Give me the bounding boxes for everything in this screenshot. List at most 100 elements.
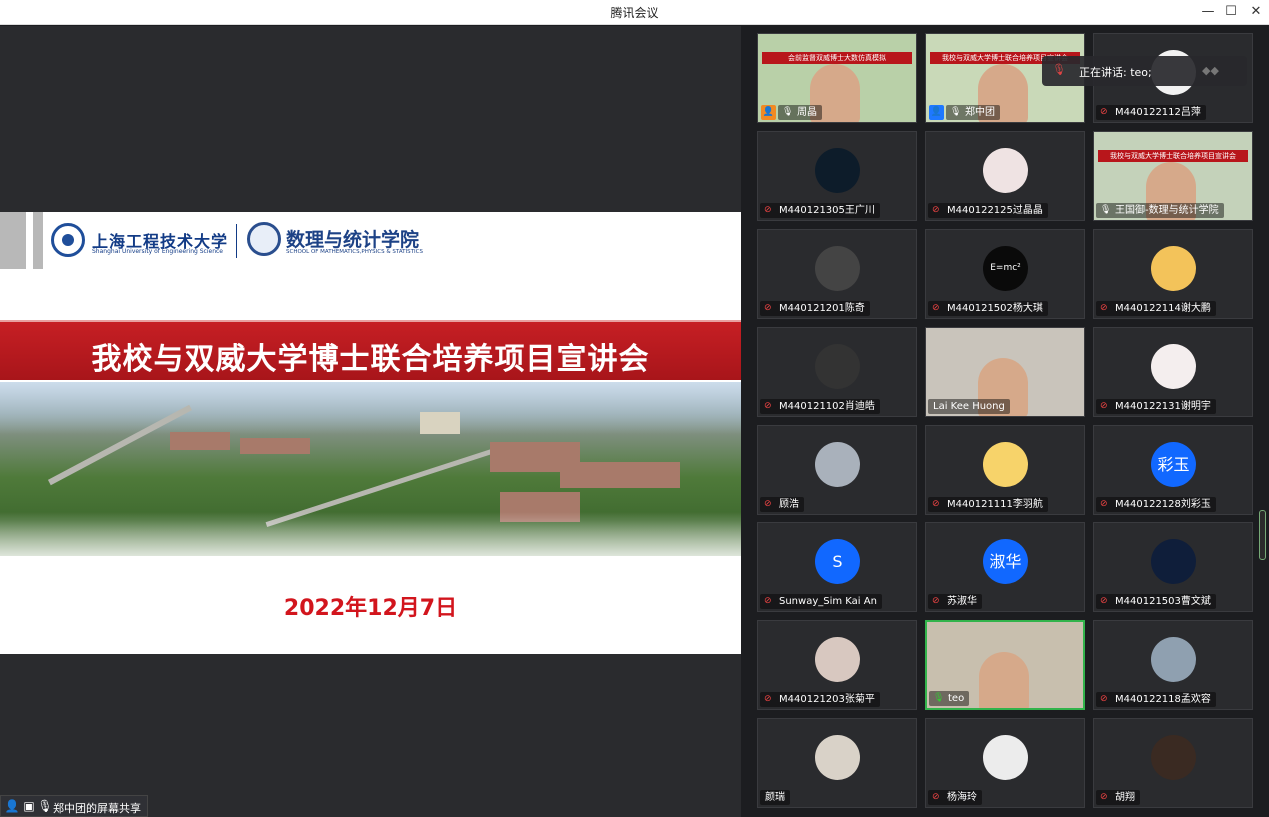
participant-avatar [1151, 637, 1196, 682]
participant-name-label: 👤 🎙 周晶 [761, 105, 822, 120]
participant-avatar [815, 344, 860, 389]
participant-avatar [1151, 246, 1196, 291]
participant-name: 杨海玲 [947, 792, 977, 803]
university-name-en: Shanghai University of Engineering Scien… [92, 248, 223, 255]
participant-name-label: ⊘ M440121502杨大琪 [928, 301, 1048, 316]
slide-date: 2022年12月7日 [283, 596, 458, 621]
presentation-slide: 上海工程技术大学 Shanghai University of Engineer… [0, 212, 741, 654]
participant-tile[interactable]: ⊘ M440121203张菊平 [757, 620, 917, 710]
participant-tile[interactable]: ⊘ M440122125过晶晶 [925, 131, 1085, 221]
participant-tile[interactable]: ⊘ 胡翔 [1093, 718, 1253, 808]
mic-icon: 🎙 [950, 107, 962, 117]
participant-tile[interactable]: ⊘ 顾浩 [757, 425, 917, 515]
close-button[interactable]: ✕ [1246, 3, 1266, 21]
participant-tile[interactable]: S ⊘ Sunway_Sim Kai An [757, 522, 917, 612]
participant-avatar: 彩玉 [1151, 442, 1196, 487]
participant-tile[interactable]: ⊘ M440121102肖迪皓 [757, 327, 917, 417]
screen-share-indicator[interactable]: 👤 ▣ 🎙 郑中团的屏幕共享 [0, 795, 148, 817]
participant-name: 王国御-数理与统计学院 [1115, 205, 1219, 216]
participant-name-label: 🎙 teo [929, 691, 970, 706]
muted-mic-icon: ⊘ [764, 499, 772, 509]
window-title: 腾讯会议 [610, 6, 659, 20]
school-logo-icon [247, 222, 281, 256]
slide-stripe [33, 212, 43, 269]
participant-name-label: ⊘ M440122125过晶晶 [928, 203, 1048, 218]
participant-tile[interactable]: ⊘ 杨海玲 [925, 718, 1085, 808]
participant-name: M440122118孟欢容 [1115, 694, 1211, 705]
video-slide-caption: 会前监督双威博士大数仿真模拟 [762, 52, 912, 64]
school-name-cn: 数理与统计学院 [286, 229, 420, 251]
participant-tile[interactable]: ⊘ M440122114谢大鹏 [1093, 229, 1253, 319]
participant-tile[interactable]: Lai Kee Huong [925, 327, 1085, 417]
participant-tile[interactable]: ⊘ M440121503曹文斌 [1093, 522, 1253, 612]
participant-name-label: ⊘ 顾浩 [760, 497, 804, 512]
mic-icon: 🎙 [37, 799, 53, 813]
video-slide-caption: 我校与双威大学博士联合培养项目宣讲会 [1098, 150, 1248, 162]
title-bar: 腾讯会议 — ☐ ✕ [0, 0, 1269, 25]
participant-name: M440121305王广川 [779, 205, 875, 216]
muted-mic-icon: ⊘ [1100, 107, 1108, 117]
participant-name-label: ⊘ M440122114谢大鹏 [1096, 301, 1216, 316]
participant-tile[interactable]: E=mc² ⊘ M440121502杨大琪 [925, 229, 1085, 319]
screen-share-area[interactable]: 上海工程技术大学 Shanghai University of Engineer… [0, 26, 741, 817]
participant-name-label: ⊘ M440121203张菊平 [760, 692, 880, 707]
muted-mic-icon: ⊘ [1100, 401, 1108, 411]
participant-name: M440122131谢明宇 [1115, 401, 1211, 412]
muted-mic-icon: ⊘ [1100, 792, 1108, 802]
participant-name: M440122112吕萍 [1115, 107, 1201, 118]
muted-mic-icon: ⊘ [764, 401, 772, 411]
grid-scrollbar[interactable] [1259, 510, 1266, 560]
muted-mic-icon: ⊘ [764, 303, 772, 313]
participant-tile[interactable]: ⊘ M440121111李羽航 [925, 425, 1085, 515]
maximize-button[interactable]: ☐ [1221, 3, 1241, 21]
participant-name: 顾浩 [779, 499, 799, 510]
muted-mic-icon: ⊘ [764, 205, 772, 215]
participant-name-label: ⊘ M440121305王广川 [760, 203, 880, 218]
participant-tile[interactable]: 会前监督双威博士大数仿真模拟 👤 🎙 周晶 [757, 33, 917, 123]
participant-avatar [983, 442, 1028, 487]
participant-tile[interactable]: ⊘ M440121201陈奇 [757, 229, 917, 319]
screen-icon: ▣ [23, 799, 35, 813]
participant-name: teo [948, 693, 965, 704]
participant-name-label: ⊘ M440122118孟欢容 [1096, 692, 1216, 707]
participant-name: Lai Kee Huong [933, 401, 1005, 412]
participant-name-label: 🎙 王国御-数理与统计学院 [1096, 203, 1224, 218]
participant-name-label: ⊘ M440122131谢明宇 [1096, 399, 1216, 414]
muted-mic-icon: ⊘ [932, 792, 940, 802]
university-logo-icon [51, 223, 85, 257]
participant-name: M440121203张菊平 [779, 694, 875, 705]
participant-avatar [983, 148, 1028, 193]
participant-tile[interactable]: ⊘ M440122131谢明宇 [1093, 327, 1253, 417]
muted-mic-icon: ⊘ [932, 499, 940, 509]
participant-name: M440121502杨大琪 [947, 303, 1043, 314]
participant-tile[interactable]: ⊘ M440122118孟欢容 [1093, 620, 1253, 710]
share-owner-label: 郑中团的屏幕共享 [53, 802, 141, 815]
participant-name: M440121201陈奇 [779, 303, 865, 314]
mic-icon: 🎙 [782, 107, 794, 117]
participant-avatar [815, 148, 860, 193]
participant-tile[interactable]: 我校与双威大学博士联合培养项目宣讲会 🎙 王国御-数理与统计学院 [1093, 131, 1253, 221]
participant-name-label: ⊘ 胡翔 [1096, 790, 1140, 805]
participant-tile[interactable]: 淑华 ⊘ 苏淑华 [925, 522, 1085, 612]
host-icon: 👤 [761, 105, 776, 120]
participant-tile[interactable]: 彩玉 ⊘ M440122128刘彩玉 [1093, 425, 1253, 515]
participant-name-label: ⊘ M440122128刘彩玉 [1096, 497, 1216, 512]
minimize-button[interactable]: — [1198, 3, 1218, 21]
headline-banner: 我校与双威大学博士联合培养项目宣讲会 [0, 320, 741, 380]
slide-stripe [0, 212, 26, 269]
participant-tile[interactable]: 颜瑞 [757, 718, 917, 808]
muted-mic-icon: ⊘ [1100, 499, 1108, 509]
participant-name: 苏淑华 [947, 596, 977, 607]
participant-tile[interactable]: 🎙 teo [925, 620, 1085, 710]
participant-name-label: Lai Kee Huong [928, 399, 1010, 414]
muted-mic-icon: ⊘ [1100, 596, 1108, 606]
participant-avatar [815, 442, 860, 487]
user-icon: 👤 [4, 799, 20, 813]
participant-name-label: ⊘ M440121111李羽航 [928, 497, 1048, 512]
participant-avatar: 淑华 [983, 539, 1028, 584]
participant-avatar [983, 735, 1028, 780]
participant-tile[interactable]: ⊘ M440121305王广川 [757, 131, 917, 221]
participant-name-label: ⊘ Sunway_Sim Kai An [760, 594, 882, 609]
speaking-indicator: 🎙 正在讲话: teo; ◆◆ [1042, 56, 1247, 86]
participant-avatar [815, 735, 860, 780]
